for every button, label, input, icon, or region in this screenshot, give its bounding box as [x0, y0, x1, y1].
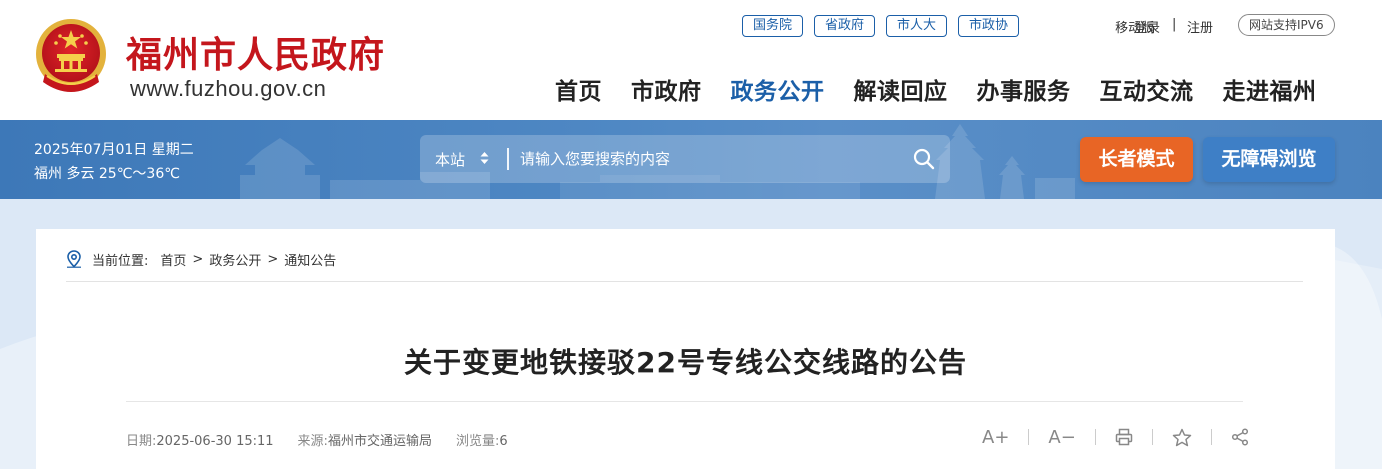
article-source: 来源:福州市交通运输局	[298, 430, 432, 449]
search-bar: 本站	[420, 135, 950, 183]
date-display: 2025年07月01日 星期二	[34, 142, 194, 158]
tool-separator	[1094, 429, 1096, 445]
site-title: 福州市人民政府	[126, 34, 386, 76]
tool-separator	[1151, 429, 1153, 445]
breadcrumb-government-affairs[interactable]: 政务公开	[209, 250, 261, 269]
publish-date-value: 2025-06-30 15:11	[156, 434, 274, 449]
article-title: 关于变更地铁接驳22号专线公交线路的公告	[404, 346, 967, 379]
banner: 2025年07月01日 星期二 福州 多云 25℃～36℃ 本站 长者模式 无障…	[0, 120, 1382, 199]
star-icon	[1172, 428, 1192, 446]
breadcrumb-separator: >	[192, 251, 204, 267]
article-tools: A+ A−	[982, 425, 1249, 449]
breadcrumb-separator: >	[267, 251, 279, 267]
nav-services[interactable]: 办事服务	[977, 72, 1071, 106]
publish-date-label: 日期:	[126, 434, 157, 449]
print-icon	[1115, 428, 1133, 446]
login-separator: |	[1172, 17, 1177, 32]
national-emblem-icon	[36, 19, 106, 92]
article-meta: 日期:2025-06-30 15:11 来源:福州市交通运输局 浏览量:6	[126, 430, 532, 449]
tool-separator	[1210, 429, 1212, 445]
favorite-button[interactable]	[1172, 428, 1192, 447]
accessibility-button[interactable]: 无障碍浏览	[1203, 137, 1335, 182]
breadcrumb-home[interactable]: 首页	[160, 250, 186, 269]
nav-city-government[interactable]: 市政府	[631, 72, 702, 106]
gov-link-npc[interactable]: 市人大	[886, 15, 948, 37]
font-increase-button[interactable]: A+	[982, 427, 1009, 448]
search-icon[interactable]	[912, 147, 936, 171]
nav-government-affairs[interactable]: 政务公开	[731, 72, 825, 106]
article-card: 当前位置: 首页 > 政务公开 > 通知公告 关于变更地铁接驳22号专线公交线路…	[36, 229, 1335, 469]
main-nav: 首页 市政府 政务公开 解读回应 办事服务 互动交流 走进福州	[555, 72, 1317, 106]
breadcrumb-notices[interactable]: 通知公告	[284, 250, 336, 269]
share-icon	[1231, 428, 1248, 446]
site-url: www.fuzhou.gov.cn	[130, 76, 327, 101]
nav-interaction[interactable]: 互动交流	[1100, 72, 1194, 106]
register-link[interactable]: 注册	[1187, 17, 1213, 36]
breadcrumb-label: 当前位置:	[92, 253, 149, 269]
print-button[interactable]	[1115, 428, 1133, 446]
updown-arrow-icon[interactable]	[480, 150, 489, 166]
share-button[interactable]	[1231, 428, 1249, 446]
view-count-label: 浏览量:	[455, 434, 500, 449]
top-links: 国务院 省政府 市人大 市政协 移动版	[742, 15, 1154, 37]
search-scope-select[interactable]: 本站	[435, 149, 465, 170]
source-value: 福州市交通运输局	[327, 434, 432, 449]
gov-link-cppcc[interactable]: 市政协	[958, 15, 1020, 37]
nav-about-fuzhou[interactable]: 走进福州	[1223, 72, 1317, 106]
ipv6-badge: 网站支持IPV6	[1238, 14, 1335, 36]
elder-mode-button[interactable]: 长者模式	[1080, 137, 1193, 182]
tool-separator	[1028, 429, 1030, 445]
publish-date: 日期:2025-06-30 15:11	[126, 430, 274, 449]
source-label: 来源:	[297, 434, 328, 449]
font-decrease-button[interactable]: A−	[1048, 427, 1075, 448]
location-pin-icon	[67, 250, 81, 268]
view-count: 浏览量:6	[456, 430, 508, 449]
search-divider	[507, 148, 509, 170]
nav-home[interactable]: 首页	[555, 72, 602, 106]
site-header: 福州市人民政府 www.fuzhou.gov.cn 国务院 省政府 市人大 市政…	[0, 0, 1382, 120]
gov-link-state-council[interactable]: 国务院	[742, 15, 804, 37]
view-count-value: 6	[499, 434, 508, 449]
breadcrumb: 当前位置: 首页 > 政务公开 > 通知公告	[66, 249, 336, 269]
title-divider	[126, 401, 1243, 402]
nav-interpretation[interactable]: 解读回应	[854, 72, 948, 106]
search-input[interactable]	[520, 143, 900, 175]
login-link[interactable]: 登录	[1134, 17, 1160, 36]
breadcrumb-divider	[66, 281, 1303, 282]
weather-display: 福州 多云 25℃～36℃	[34, 166, 180, 182]
gov-link-province[interactable]: 省政府	[814, 15, 876, 37]
